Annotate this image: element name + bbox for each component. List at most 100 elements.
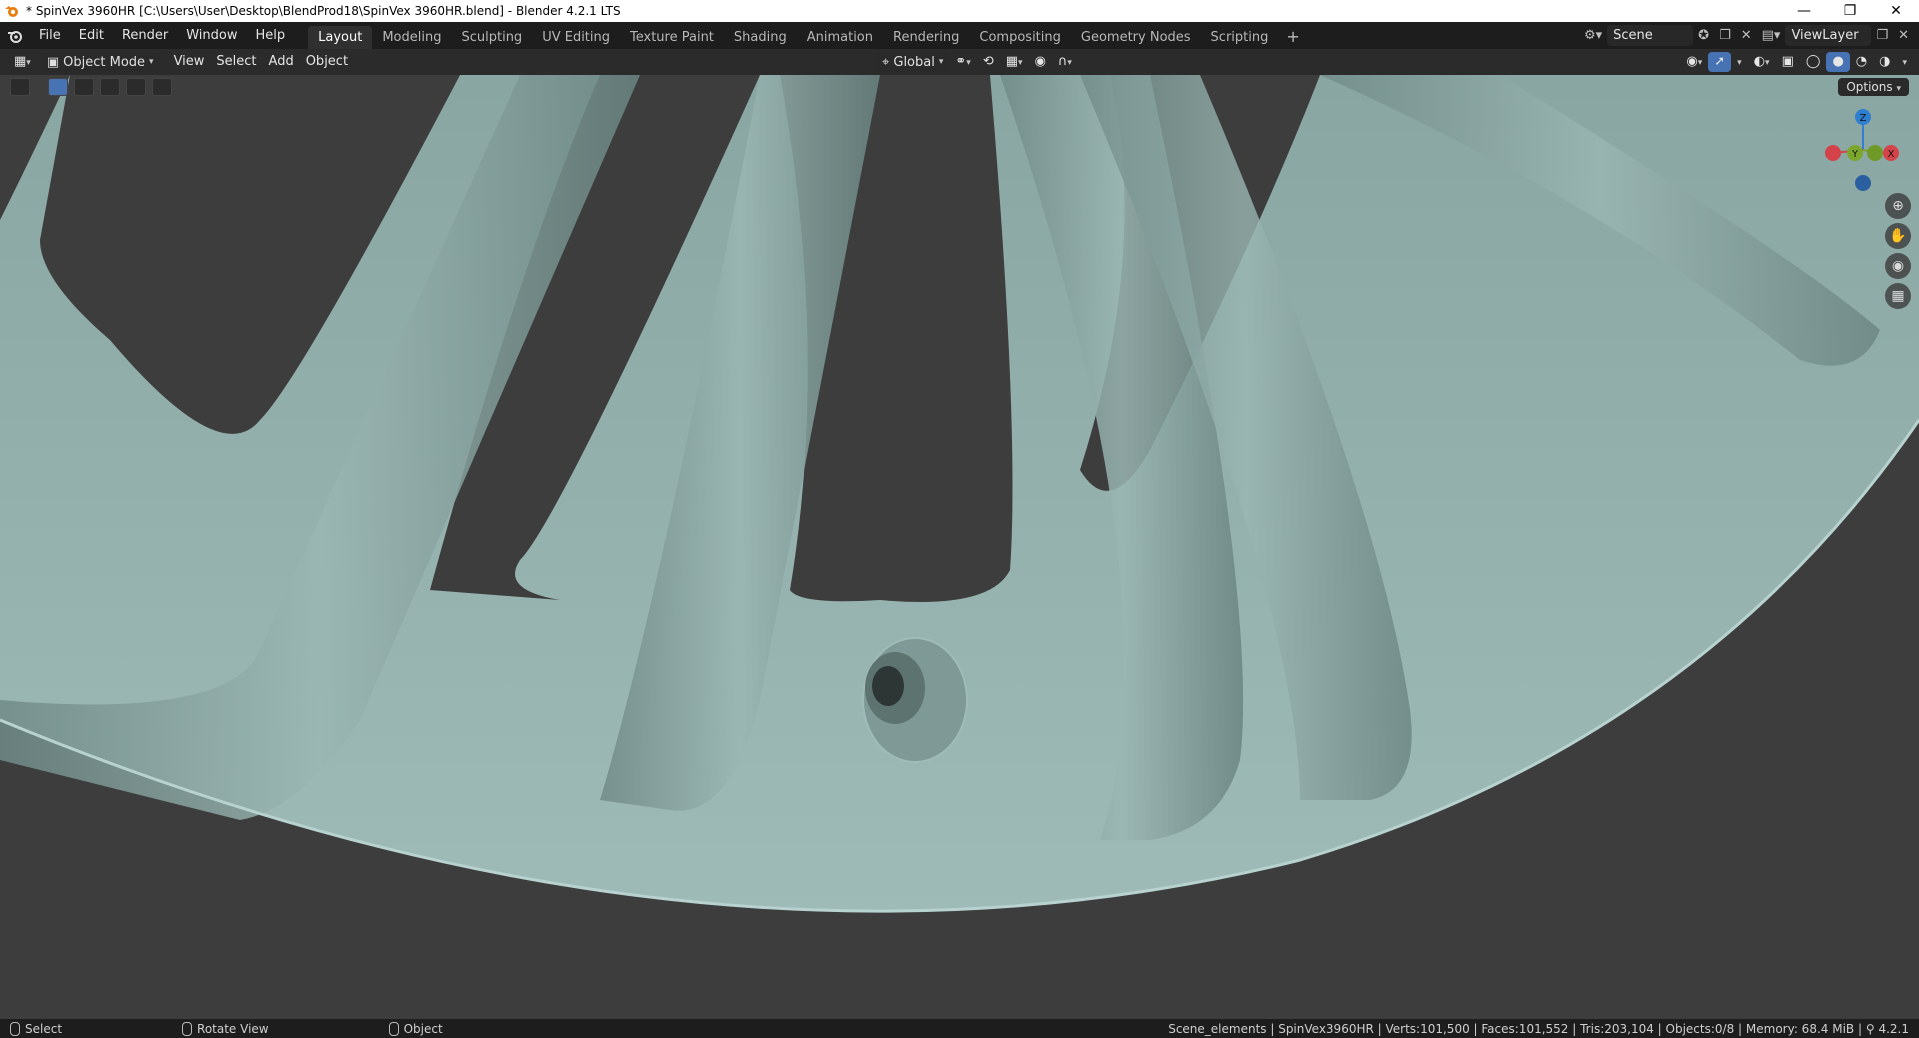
- hint-object-label: Object: [403, 1021, 443, 1036]
- snap-toggle-icon[interactable]: ⟲: [977, 52, 1000, 72]
- hint-rotate-label: Rotate View: [197, 1021, 269, 1036]
- axis-z-label: Z: [1860, 113, 1867, 124]
- tab-layout[interactable]: Layout: [308, 26, 373, 49]
- menu-file[interactable]: File: [30, 22, 70, 49]
- object-mode-icon: ▣: [46, 54, 60, 70]
- tab-animation[interactable]: Animation: [797, 26, 883, 49]
- chevron-down-icon: ▾: [938, 57, 944, 67]
- header-object-menu[interactable]: Object: [300, 52, 354, 72]
- select-box-intersect-icon[interactable]: [152, 78, 172, 96]
- axis-neg-x-icon[interactable]: [1825, 145, 1841, 161]
- scene-selector-icon[interactable]: ⚙▾: [1584, 28, 1602, 43]
- snap-target-icon[interactable]: ▦▾: [1000, 52, 1029, 72]
- gizmo-toggle-icon[interactable]: ➚: [1708, 52, 1732, 72]
- overlays-icon[interactable]: ◐▾: [1748, 52, 1776, 72]
- rendered-shading-icon[interactable]: ◑: [1873, 52, 1896, 72]
- axis-neg-z-icon[interactable]: [1855, 175, 1871, 191]
- tab-sculpting[interactable]: Sculpting: [451, 26, 532, 49]
- menu-render[interactable]: Render: [113, 22, 177, 49]
- globe-icon: ⚲: [1865, 1021, 1875, 1036]
- axis-x-label: X: [1888, 149, 1895, 160]
- orientation-axes-icon: ⌖: [882, 54, 890, 70]
- header-add-menu[interactable]: Add: [263, 52, 300, 72]
- status-bar: Select Rotate View Object Scene_elements…: [0, 1019, 1919, 1038]
- mouse-left-icon: [10, 1021, 20, 1036]
- gizmo-menu-icon[interactable]: ▾: [1731, 52, 1748, 72]
- chevron-down-icon: ▾: [1896, 84, 1901, 94]
- menu-window[interactable]: Window: [177, 22, 246, 49]
- delete-viewlayer-icon[interactable]: ✕: [1898, 28, 1909, 43]
- tab-compositing[interactable]: Compositing: [969, 26, 1071, 49]
- viewport-header: ▦▾ ▣ Object Mode ▾ View Select Add Objec…: [0, 49, 1919, 75]
- options-dropdown[interactable]: Options ▾: [1838, 78, 1909, 96]
- navigation-gizmo[interactable]: Z Y X: [1821, 105, 1901, 195]
- mouse-middle-icon: [182, 1021, 193, 1036]
- camera-view-icon[interactable]: ◉: [1885, 253, 1911, 279]
- pin-icon[interactable]: ✪: [1698, 28, 1709, 43]
- tab-geometry-nodes[interactable]: Geometry Nodes: [1071, 26, 1201, 49]
- axis-y-label: Y: [1851, 149, 1859, 160]
- minimize-button[interactable]: —: [1781, 0, 1827, 22]
- header-select-menu[interactable]: Select: [210, 52, 262, 72]
- maximize-button[interactable]: ❐: [1827, 0, 1873, 22]
- add-workspace-icon[interactable]: +: [1278, 27, 1307, 46]
- proportional-edit-icon[interactable]: ◉: [1029, 52, 1052, 72]
- status-hint-rotate: Rotate View: [182, 1021, 269, 1036]
- shading-options-icon[interactable]: ▾: [1896, 52, 1913, 72]
- blender-menu-icon[interactable]: [0, 29, 30, 43]
- scene-stats-text: Scene_elements | SpinVex3960HR | Verts:1…: [1168, 1021, 1862, 1036]
- version-label: 4.2.1: [1878, 1021, 1909, 1036]
- tab-scripting[interactable]: Scripting: [1201, 26, 1279, 49]
- pivot-icon[interactable]: ⚭▾: [949, 52, 976, 72]
- status-hint-object: Object: [388, 1021, 443, 1036]
- orientation-dropdown[interactable]: ⌖ Global ▾: [876, 52, 950, 72]
- axis-neg-y-icon[interactable]: [1867, 145, 1883, 161]
- select-box-subtract-icon[interactable]: [100, 78, 120, 96]
- new-viewlayer-icon[interactable]: ❐: [1876, 28, 1888, 43]
- tab-modeling[interactable]: Modeling: [372, 26, 451, 49]
- select-box-extend-icon[interactable]: [74, 78, 94, 96]
- menu-help[interactable]: Help: [247, 22, 295, 49]
- close-button[interactable]: ✕: [1873, 0, 1919, 22]
- window-title-bar: * SpinVex 3960HR [C:\Users\User\Desktop\…: [0, 0, 1919, 22]
- select-box-invert-icon[interactable]: [126, 78, 146, 96]
- mouse-right-icon: [388, 1021, 399, 1036]
- blender-logo-icon: [5, 6, 18, 17]
- falloff-icon[interactable]: ∩▾: [1052, 52, 1078, 72]
- viewlayer-name-field[interactable]: ViewLayer: [1785, 25, 1872, 46]
- orientation-label: Global: [893, 54, 935, 70]
- chevron-down-icon: ▾: [149, 57, 154, 67]
- window-title: * SpinVex 3960HR [C:\Users\User\Desktop\…: [26, 4, 621, 18]
- select-tool-icon[interactable]: [10, 78, 30, 96]
- scene-name-field[interactable]: Scene: [1607, 25, 1694, 46]
- new-scene-icon[interactable]: ❐: [1719, 28, 1731, 43]
- scene-statistics: Scene_elements | SpinVex3960HR | Verts:1…: [1168, 1022, 1909, 1036]
- select-box-new-icon[interactable]: [48, 78, 68, 96]
- selection-mode-toolbar: [10, 78, 172, 96]
- header-view-menu[interactable]: View: [168, 52, 211, 72]
- pan-hand-icon[interactable]: ✋: [1885, 223, 1911, 249]
- tab-rendering[interactable]: Rendering: [883, 26, 969, 49]
- wheel-mesh-render: [0, 75, 1919, 913]
- xray-icon[interactable]: ▣: [1776, 52, 1800, 72]
- viewlayer-selector-icon[interactable]: ▤▾: [1762, 28, 1781, 43]
- tab-texture-paint[interactable]: Texture Paint: [620, 26, 724, 49]
- menu-edit[interactable]: Edit: [70, 22, 113, 49]
- perspective-grid-icon[interactable]: ▦: [1885, 283, 1911, 309]
- delete-scene-icon[interactable]: ✕: [1741, 28, 1752, 43]
- zoom-icon[interactable]: ⊕: [1885, 193, 1911, 219]
- mode-dropdown[interactable]: ▣ Object Mode ▾: [40, 52, 160, 72]
- solid-shading-icon[interactable]: ●: [1826, 52, 1850, 72]
- tab-uv-editing[interactable]: UV Editing: [532, 26, 620, 49]
- material-shading-icon[interactable]: ◔: [1850, 52, 1873, 72]
- options-label: Options: [1846, 80, 1893, 94]
- visibility-icon[interactable]: ◉▾: [1680, 52, 1708, 72]
- editor-type-icon[interactable]: ▦▾: [8, 52, 37, 72]
- mode-label: Object Mode: [63, 54, 146, 70]
- status-hint-select: Select: [10, 1021, 63, 1036]
- 3d-viewport[interactable]: [0, 75, 1919, 1019]
- wireframe-shading-icon[interactable]: ◯: [1800, 52, 1827, 72]
- tab-shading[interactable]: Shading: [724, 26, 797, 49]
- top-menu-bar: File Edit Render Window Help Layout Mode…: [0, 22, 1919, 49]
- hint-select-label: Select: [25, 1021, 63, 1036]
